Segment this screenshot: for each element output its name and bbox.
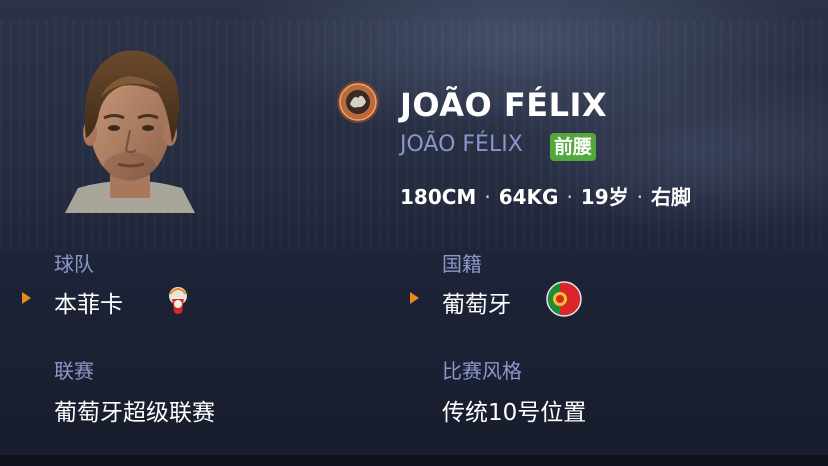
- player-foot: 右脚: [651, 185, 691, 209]
- playing-style-value: 传统10号位置: [442, 400, 587, 426]
- player-weight: 64KG: [498, 185, 559, 209]
- player-age: 19岁: [580, 185, 629, 209]
- bottom-bar: [0, 455, 828, 466]
- player-stats: 180CM · 64KG · 19岁 · 右脚: [400, 181, 691, 210]
- separator-dot: ·: [566, 185, 573, 209]
- separator-dot: ·: [484, 185, 491, 209]
- league-value: 葡萄牙超级联赛: [54, 400, 215, 426]
- player-height: 180CM: [400, 185, 477, 209]
- player-portrait: [60, 38, 200, 213]
- benfica-badge-icon: [160, 282, 196, 318]
- team-arrow-icon: [22, 292, 31, 304]
- portugal-flag-icon: [546, 281, 582, 317]
- league-label: 联赛: [54, 359, 94, 383]
- team-label: 球队: [54, 252, 94, 276]
- player-name: JOÃO FÉLIX: [400, 86, 608, 124]
- nationality-value[interactable]: 葡萄牙: [442, 285, 511, 319]
- playing-style-label: 比赛风格: [442, 359, 522, 383]
- team-value[interactable]: 本菲卡: [54, 285, 123, 319]
- position-badge: 前腰: [550, 133, 597, 161]
- nationality-arrow-icon: [410, 292, 419, 304]
- player-name-secondary: JOÃO FÉLIX: [400, 132, 523, 157]
- separator-dot: ·: [636, 185, 643, 209]
- club-crest-icon: [336, 80, 380, 124]
- nationality-label: 国籍: [442, 252, 482, 276]
